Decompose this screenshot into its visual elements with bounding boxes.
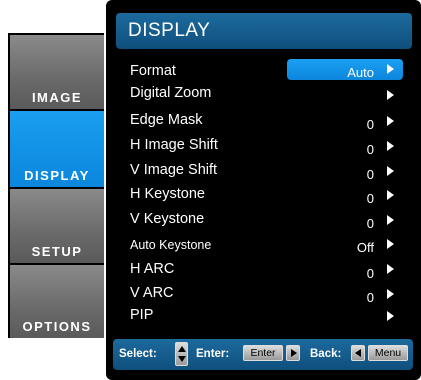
arrow-right-icon[interactable]	[387, 116, 394, 126]
tab-image[interactable]: IMAGE	[10, 35, 104, 109]
select-label: Select:	[119, 348, 157, 360]
menu-item-label: V Keystone	[130, 211, 205, 227]
right-key-icon	[286, 345, 300, 361]
menu-item-label: Digital Zoom	[130, 85, 212, 101]
v-image-shift-value: 0	[366, 167, 374, 182]
auto-keystone-value: Off	[356, 240, 374, 255]
arrow-right-icon[interactable]	[387, 239, 394, 249]
tab-options-label: OPTIONS	[22, 319, 92, 334]
menu-item-label: Format	[130, 63, 176, 79]
edge-mask-value: 0	[366, 117, 374, 132]
arrow-right-icon[interactable]	[387, 90, 394, 100]
tab-options[interactable]: OPTIONS	[10, 265, 104, 338]
arrow-right-icon[interactable]	[387, 215, 394, 225]
page-title: DISPLAY	[116, 13, 412, 49]
tab-image-label: IMAGE	[31, 90, 83, 105]
left-key-icon	[351, 345, 365, 361]
up-down-icon	[175, 342, 188, 366]
enter-label: Enter:	[196, 348, 230, 360]
menu-tabs: IMAGE DISPLAY SETUP OPTIONS	[8, 33, 104, 338]
arrow-right-icon[interactable]	[387, 190, 394, 200]
tab-setup[interactable]: SETUP	[10, 189, 104, 263]
menu-item-label: H Keystone	[130, 186, 205, 202]
menu-item-label: Edge Mask	[130, 112, 203, 128]
arrow-right-icon[interactable]	[387, 64, 394, 74]
h-image-shift-value: 0	[366, 142, 374, 157]
tab-setup-label: SETUP	[31, 244, 83, 259]
arrow-right-icon[interactable]	[387, 166, 394, 176]
arrow-right-icon[interactable]	[387, 264, 394, 274]
menu-item-label: H ARC	[130, 261, 175, 277]
tab-display-label: DISPLAY	[24, 168, 90, 183]
menu-item-label: V ARC	[130, 285, 174, 301]
v-arc-value: 0	[366, 290, 374, 305]
menu-item-label: H Image Shift	[130, 137, 218, 153]
menu-item-label: V Image Shift	[130, 162, 218, 178]
enter-key: Enter	[243, 345, 283, 361]
v-keystone-value: 0	[366, 216, 374, 231]
menu-item-label: PIP	[130, 307, 154, 323]
arrow-right-icon[interactable]	[387, 311, 394, 321]
h-arc-value: 0	[366, 266, 374, 281]
format-value[interactable]: Auto	[334, 65, 374, 80]
arrow-right-icon[interactable]	[387, 141, 394, 151]
menu-key: Menu	[368, 345, 408, 361]
arrow-right-icon[interactable]	[387, 289, 394, 299]
tab-display[interactable]: DISPLAY	[10, 111, 104, 187]
menu-item-label: Auto Keystone	[130, 238, 212, 252]
h-keystone-value: 0	[366, 191, 374, 206]
back-label: Back:	[310, 348, 342, 360]
